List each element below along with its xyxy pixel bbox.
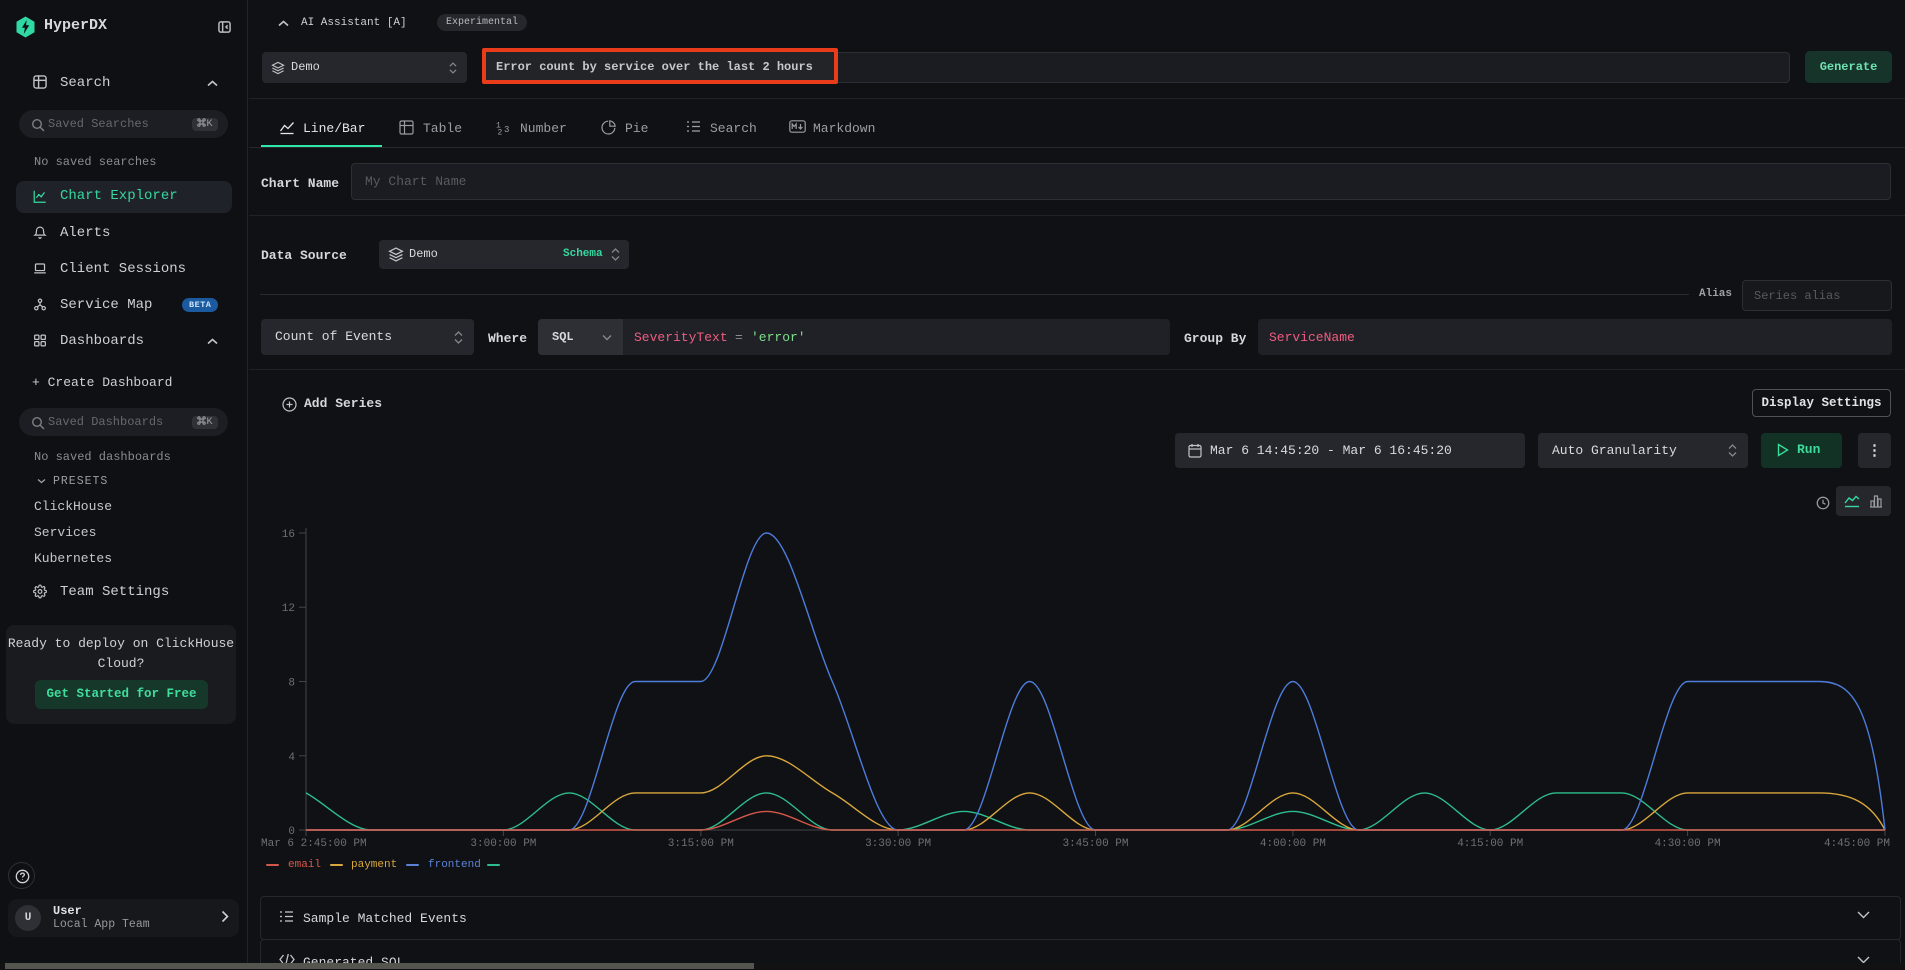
svg-text:3:15:00 PM: 3:15:00 PM <box>668 838 734 850</box>
svg-text:3:30:00 PM: 3:30:00 PM <box>865 838 931 850</box>
svg-text:Mar 6 2:45:00 PM: Mar 6 2:45:00 PM <box>261 838 367 850</box>
svg-text:3:00:00 PM: 3:00:00 PM <box>470 838 536 850</box>
svg-text:2: 2 <box>498 129 503 136</box>
svg-text:8: 8 <box>288 678 295 690</box>
svg-text:3: 3 <box>504 125 509 135</box>
svg-text:12: 12 <box>282 603 295 615</box>
svg-text:4: 4 <box>288 752 295 764</box>
svg-text:3:45:00 PM: 3:45:00 PM <box>1062 838 1128 850</box>
svg-text:4:00:00 PM: 4:00:00 PM <box>1260 838 1326 850</box>
svg-text:0: 0 <box>288 826 295 838</box>
svg-text:4:15:00 PM: 4:15:00 PM <box>1457 838 1523 850</box>
svg-text:4:45:00 PM: 4:45:00 PM <box>1824 838 1890 850</box>
svg-text:4:30:00 PM: 4:30:00 PM <box>1655 838 1721 850</box>
svg-text:16: 16 <box>282 529 295 541</box>
